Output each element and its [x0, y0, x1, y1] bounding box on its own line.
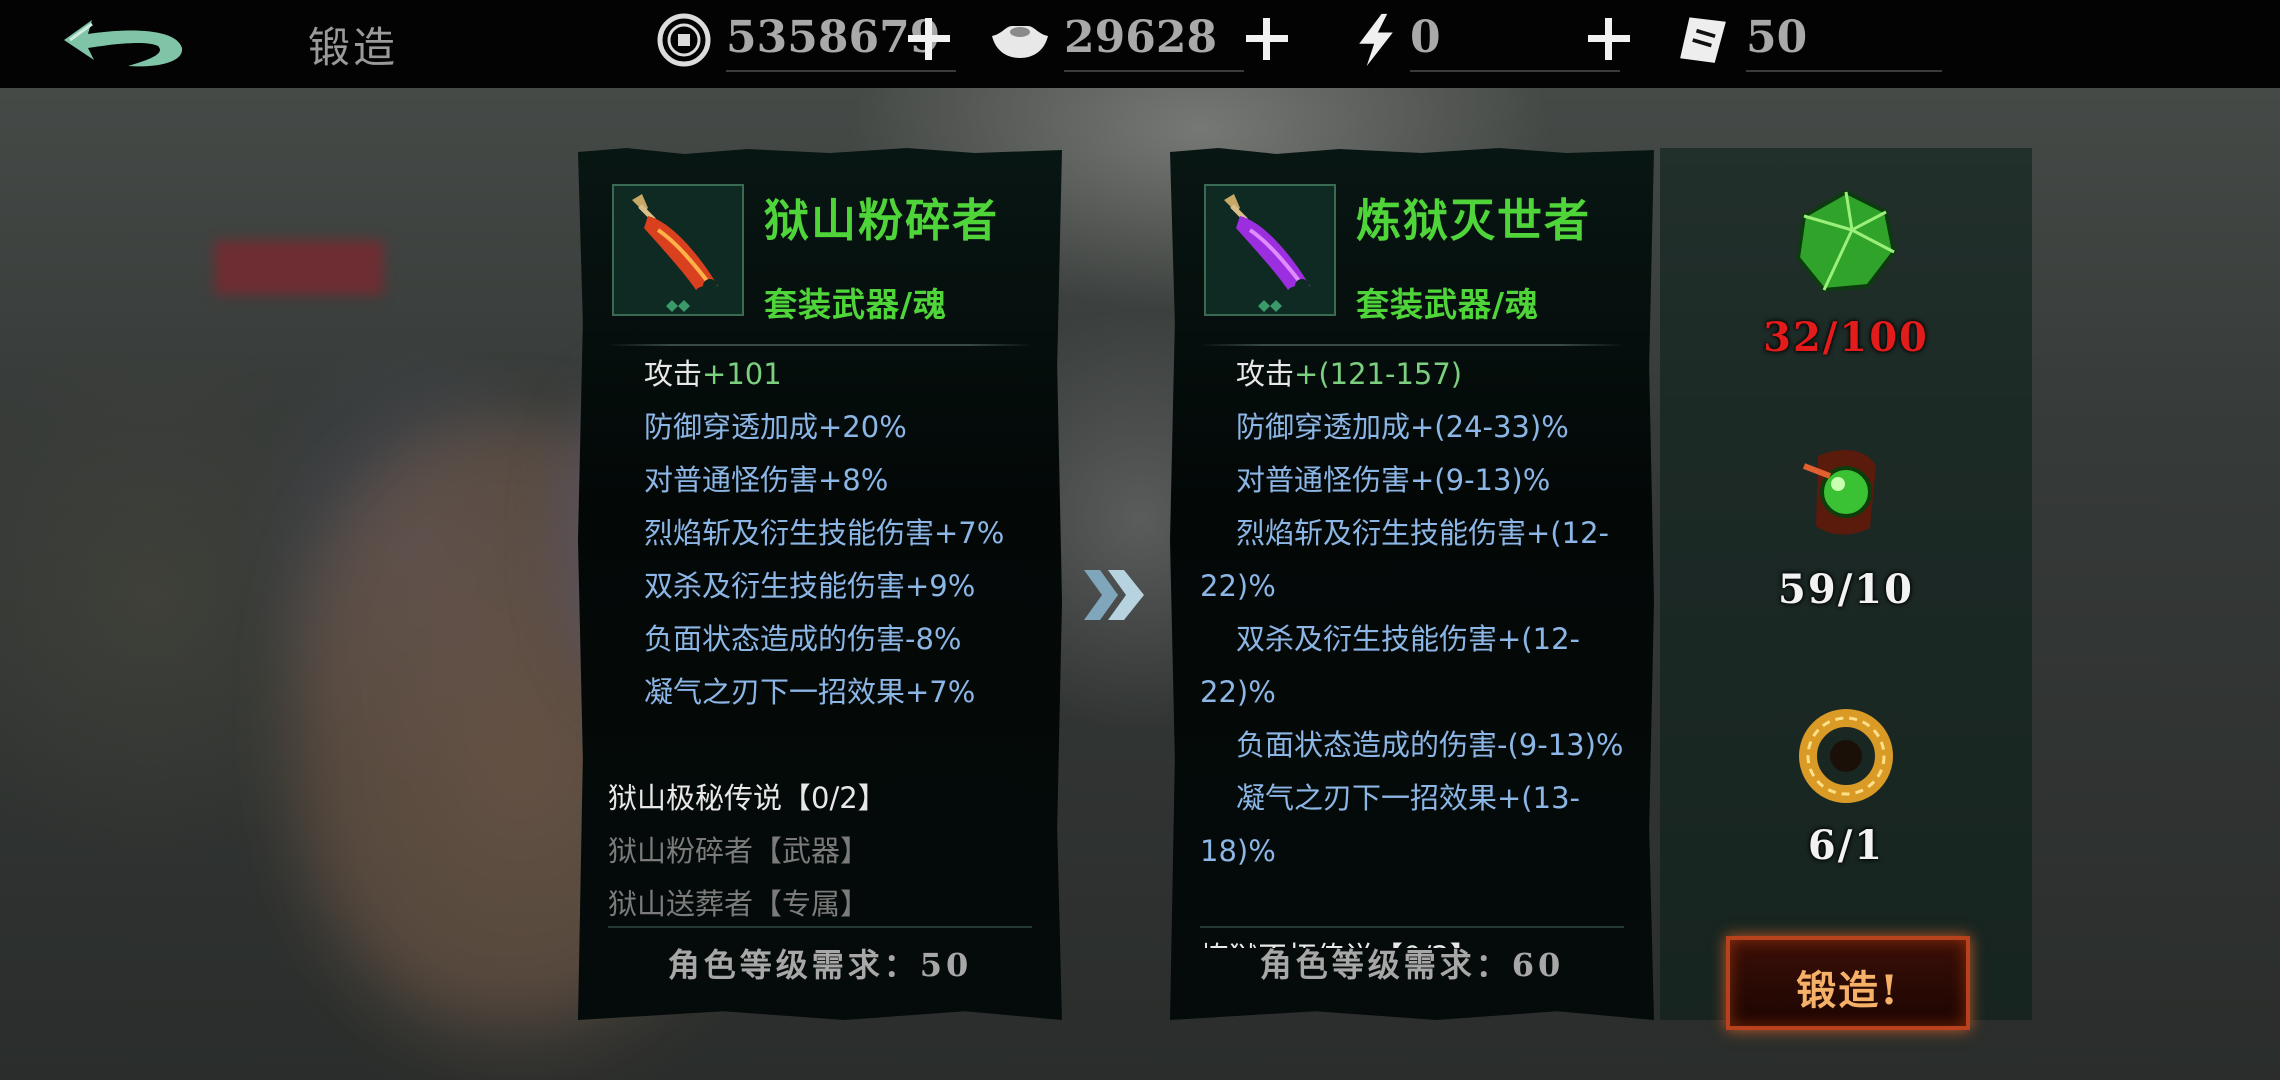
next-item-type: 套装武器/魂: [1356, 285, 1540, 324]
flame-sword-icon: [632, 194, 718, 312]
top-bar: 锻造 5358679 29628 0 50: [0, 0, 2280, 88]
stat-row: 负面状态造成的伤害-(9-13)%: [1236, 728, 1624, 762]
ticket-resource: 50: [1672, 8, 1972, 74]
level-requirement: 角色等级需求：60: [1259, 946, 1565, 984]
divider: [1200, 926, 1624, 928]
ticket-value: 50: [1746, 12, 1808, 63]
stat-row: 对普通怪伤害+8%: [644, 463, 889, 497]
silver-underline: [1064, 70, 1244, 72]
silver-ingot-icon: [992, 26, 1048, 58]
page-title: 锻造: [308, 23, 399, 72]
current-item-panel: 狱山粉碎者 套装武器/魂 攻击+101 防御穿透加成+20% 对普通怪伤害+8%…: [578, 148, 1062, 1020]
stat-value: +101: [702, 357, 782, 391]
current-item-name: 狱山粉碎者: [764, 194, 1000, 247]
set-item: 狱山粉碎者【武器】: [608, 834, 870, 868]
stat-row: 双杀及衍生技能伤害+9%: [644, 569, 976, 603]
purple-sword-icon: [1224, 194, 1310, 312]
stat-row: 烈焰斩及衍生技能伤害+7%: [644, 516, 1005, 550]
stat-row: 负面状态造成的伤害-8%: [644, 622, 962, 656]
next-item-panel: 炼狱灭世者 套装武器/魂 攻击+(121-157) 防御穿透加成+(24-33)…: [1170, 148, 1654, 1020]
ticket-icon: [1680, 17, 1726, 63]
add-silver-button[interactable]: [1236, 8, 1296, 68]
stat-row: 凝气之刃下一招效果+(13-18)%: [1200, 781, 1580, 868]
lightning-icon: [1359, 13, 1393, 67]
stat-row: 烈焰斩及衍生技能伤害+(12-22)%: [1200, 516, 1609, 603]
material-count: 59/10: [1778, 566, 1914, 613]
material-count: 32/100: [1763, 314, 1929, 361]
forge-button[interactable]: 锻造!: [1726, 936, 1970, 1030]
set-item: 狱山送葬者【专属】: [608, 887, 870, 921]
add-coin-button[interactable]: [898, 8, 958, 68]
current-item-thumbnail[interactable]: [612, 184, 744, 316]
add-energy-button[interactable]: [1578, 8, 1638, 68]
stat-value: +(121-157): [1294, 357, 1463, 391]
next-item-stats: 攻击+(121-157) 防御穿透加成+(24-33)% 对普通怪伤害+(9-1…: [1200, 348, 1640, 948]
stat-row: 攻击+101: [608, 348, 1048, 401]
ticket-underline: [1746, 70, 1942, 72]
back-arrow-icon: [64, 20, 183, 67]
material-slot[interactable]: 6/1: [1660, 700, 2032, 880]
background-sign: [214, 240, 384, 295]
coin-underline: [726, 70, 956, 72]
stat-row: 对普通怪伤害+(9-13)%: [1236, 463, 1551, 497]
current-item-type: 套装武器/魂: [764, 285, 948, 324]
stat-label: 攻击: [644, 357, 703, 391]
next-item-name: 炼狱灭世者: [1356, 194, 1592, 247]
green-crystal-icon: [1795, 189, 1897, 293]
material-count: 6/1: [1807, 822, 1885, 869]
gold-ring-icon: [1799, 709, 1893, 803]
level-requirement: 角色等级需求：50: [667, 946, 973, 984]
stat-row: 防御穿透加成+20%: [644, 410, 907, 444]
stat-row: 凝气之刃下一招效果+7%: [644, 675, 976, 709]
stat-row: 双杀及衍生技能伤害+(12-22)%: [1200, 622, 1580, 709]
stat-row: 攻击+(121-157): [1200, 348, 1640, 401]
silver-value: 29628: [1064, 12, 1218, 63]
divider: [608, 926, 1032, 928]
green-orb-icon: [1802, 450, 1876, 535]
set-title: 狱山极秘传说【0/2】: [608, 781, 887, 815]
forge-button-label: 锻造!: [1796, 967, 1900, 1014]
divider: [1200, 344, 1624, 346]
back-button[interactable]: [58, 14, 188, 76]
next-item-thumbnail[interactable]: [1204, 184, 1336, 316]
material-slot[interactable]: 32/100: [1660, 186, 2032, 376]
double-chevron-right-icon: [1084, 570, 1144, 620]
coin-icon: [657, 13, 711, 67]
energy-underline: [1410, 70, 1620, 72]
stat-label: 攻击: [1236, 357, 1295, 391]
divider: [608, 344, 1032, 346]
stat-row: 防御穿透加成+(24-33)%: [1236, 410, 1569, 444]
material-slot[interactable]: 59/10: [1660, 436, 2032, 626]
energy-value: 0: [1410, 12, 1441, 63]
current-item-stats: 攻击+101 防御穿透加成+20% 对普通怪伤害+8% 烈焰斩及衍生技能伤害+7…: [608, 348, 1048, 948]
